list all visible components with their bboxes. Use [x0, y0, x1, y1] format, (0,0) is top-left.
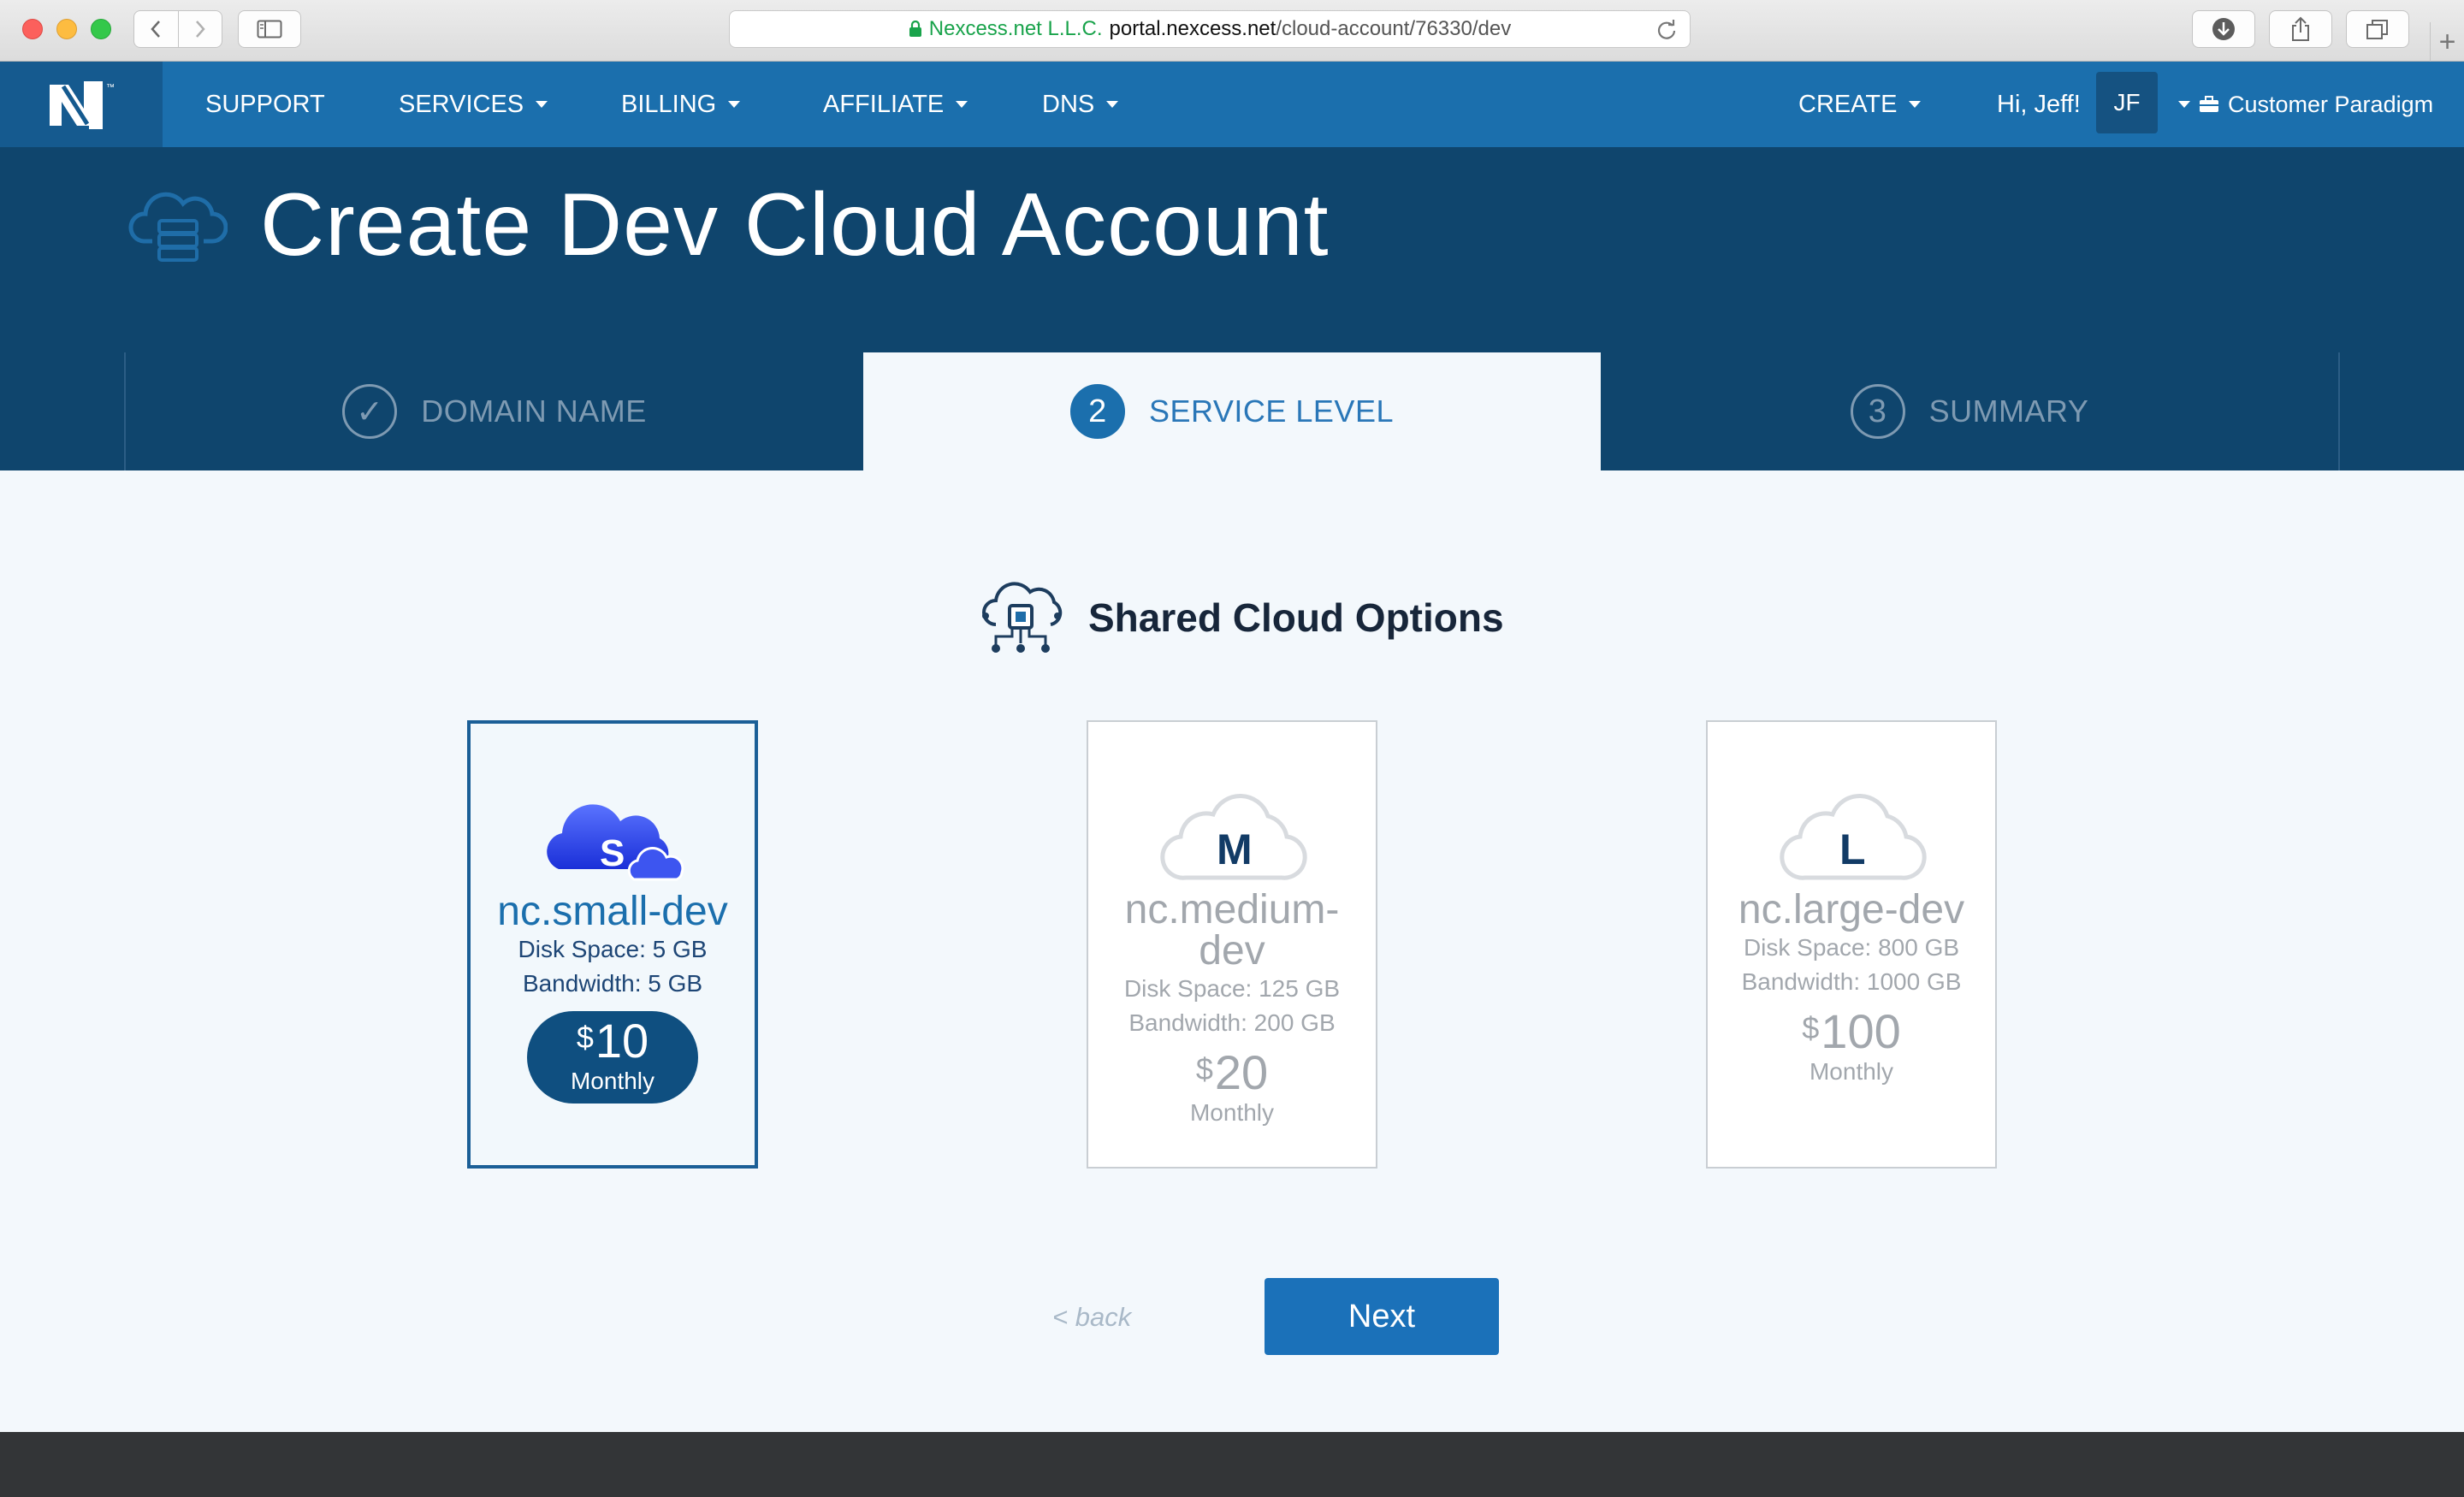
- browser-toolbar: Nexcess.net L.L.C. portal.nexcess.net/cl…: [0, 0, 2464, 62]
- avatar[interactable]: JF: [2096, 72, 2158, 133]
- section-title: Shared Cloud Options: [1088, 595, 1504, 640]
- plan-disk-space: Disk Space: 5 GB: [518, 936, 708, 962]
- url-organization: Nexcess.net L.L.C.: [928, 17, 1103, 40]
- step-summary[interactable]: 3 SUMMARY: [1601, 352, 2338, 470]
- plan-disk-space: Disk Space: 800 GB: [1743, 934, 1960, 961]
- nexcess-logo-icon: ™: [50, 81, 115, 129]
- caret-down-icon: [2178, 101, 2190, 108]
- step-label: SUMMARY: [1928, 393, 2089, 429]
- step-service-level[interactable]: 2 SERVICE LEVEL: [863, 352, 1601, 470]
- reload-icon[interactable]: [1656, 19, 1678, 41]
- account-name: Customer Paradigm: [2228, 91, 2434, 117]
- wizard-steps: ✓ DOMAIN NAME 2 SERVICE LEVEL 3 SUMMARY: [124, 352, 2340, 470]
- checkmark-icon: ✓: [342, 384, 398, 439]
- step-number-badge: 3: [1850, 384, 1905, 439]
- url-path: /cloud-account/76330/dev: [1276, 17, 1512, 40]
- plan-bandwidth: Bandwidth: 5 GB: [522, 970, 703, 997]
- plan-price: 10: [595, 1014, 649, 1068]
- svg-text:™: ™: [106, 83, 115, 92]
- caret-down-icon: [728, 101, 741, 108]
- plan-disk-space: Disk Space: 125 GB: [1123, 975, 1341, 1002]
- forward-button[interactable]: [177, 11, 222, 47]
- zoom-window-button[interactable]: [91, 19, 111, 39]
- plan-period: Monthly: [570, 1068, 655, 1094]
- plan-name: nc.small-dev: [497, 889, 728, 934]
- svg-text:L: L: [1839, 825, 1866, 873]
- caret-down-icon: [536, 101, 548, 108]
- plan-price-block: $20 Monthly: [1190, 1049, 1274, 1129]
- svg-text:M: M: [1217, 825, 1253, 873]
- cloud-server-icon: [128, 192, 228, 262]
- tab-overview-button[interactable]: [2346, 10, 2409, 48]
- cloud-network-icon: [982, 582, 1063, 653]
- user-greeting: Hi, Jeff!: [1997, 90, 2081, 118]
- share-button[interactable]: [2269, 10, 2332, 48]
- top-navigation: ™ SUPPORT SERVICES BILLING AFFILIATE DNS…: [0, 62, 2464, 147]
- nav-create[interactable]: CREATE: [1798, 62, 1922, 147]
- download-icon: [2212, 18, 2235, 40]
- plan-card-large[interactable]: L nc.large-dev Disk Space: 800 GB Bandwi…: [1706, 720, 1997, 1169]
- sidebar-icon: [257, 20, 282, 38]
- minimize-window-button[interactable]: [56, 19, 77, 39]
- plan-price-block: $100 Monthly: [1802, 1008, 1900, 1088]
- tabs-icon: [2366, 20, 2388, 39]
- plan-period: Monthly: [1809, 1058, 1894, 1085]
- page-title: Create Dev Cloud Account: [260, 175, 1330, 275]
- page-footer: [0, 1432, 2464, 1497]
- step-domain-name[interactable]: ✓ DOMAIN NAME: [126, 352, 863, 470]
- step-label: DOMAIN NAME: [421, 393, 647, 429]
- step-label: SERVICE LEVEL: [1149, 393, 1394, 429]
- new-tab-button[interactable]: +: [2430, 22, 2464, 62]
- next-button[interactable]: Next: [1265, 1278, 1499, 1355]
- downloads-button[interactable]: [2192, 10, 2255, 48]
- history-nav: [133, 10, 222, 48]
- plan-name: nc.large-dev: [1738, 887, 1965, 932]
- step-number-badge: 2: [1070, 384, 1125, 439]
- svg-text:S: S: [600, 832, 625, 874]
- plan-name: nc.medium-dev: [1124, 887, 1340, 973]
- plan-price: 20: [1214, 1045, 1269, 1099]
- plan-price-badge: $10 Monthly: [527, 1011, 698, 1104]
- plan-bandwidth: Bandwidth: 200 GB: [1128, 1009, 1336, 1036]
- sidebar-toggle-button[interactable]: [238, 10, 301, 48]
- plan-bandwidth: Bandwidth: 1000 GB: [1741, 968, 1962, 995]
- close-window-button[interactable]: [22, 19, 43, 39]
- share-icon: [2292, 16, 2309, 41]
- plan-card-medium[interactable]: M nc.medium-dev Disk Space: 125 GB Bandw…: [1087, 720, 1377, 1169]
- caret-down-icon: [1106, 101, 1119, 108]
- nav-dns[interactable]: DNS: [1042, 62, 1119, 147]
- nexcess-logo[interactable]: ™: [0, 62, 163, 147]
- cloud-medium-icon: M: [1146, 756, 1318, 885]
- plan-period: Monthly: [1189, 1099, 1275, 1126]
- cloud-small-icon: S: [540, 758, 685, 886]
- briefcase-icon: [2200, 96, 2218, 112]
- nav-support[interactable]: SUPPORT: [205, 62, 325, 147]
- address-bar[interactable]: Nexcess.net L.L.C. portal.nexcess.net/cl…: [729, 10, 1691, 48]
- url-host: portal.nexcess.net: [1109, 17, 1276, 40]
- chevron-right-icon: [195, 21, 205, 38]
- plan-price: 100: [1821, 1004, 1901, 1058]
- caret-down-icon: [956, 101, 968, 108]
- back-button[interactable]: [134, 11, 178, 47]
- cloud-large-icon: L: [1766, 756, 1937, 885]
- nav-services[interactable]: SERVICES: [399, 62, 548, 147]
- lock-icon: [909, 21, 921, 37]
- section-heading: Shared Cloud Options: [977, 575, 1504, 660]
- nav-affiliate[interactable]: AFFILIATE: [823, 62, 968, 147]
- caret-down-icon: [1909, 101, 1922, 108]
- nav-billing[interactable]: BILLING: [621, 62, 741, 147]
- back-link[interactable]: < back: [1052, 1302, 1131, 1333]
- page-header: Create Dev Cloud Account ✓ DOMAIN NAME 2…: [0, 147, 2464, 470]
- chevron-left-icon: [151, 21, 161, 38]
- account-switcher[interactable]: Customer Paradigm: [2178, 62, 2433, 147]
- plan-card-small[interactable]: S nc.small-dev Disk Space: 5 GB Bandwidt…: [467, 720, 758, 1169]
